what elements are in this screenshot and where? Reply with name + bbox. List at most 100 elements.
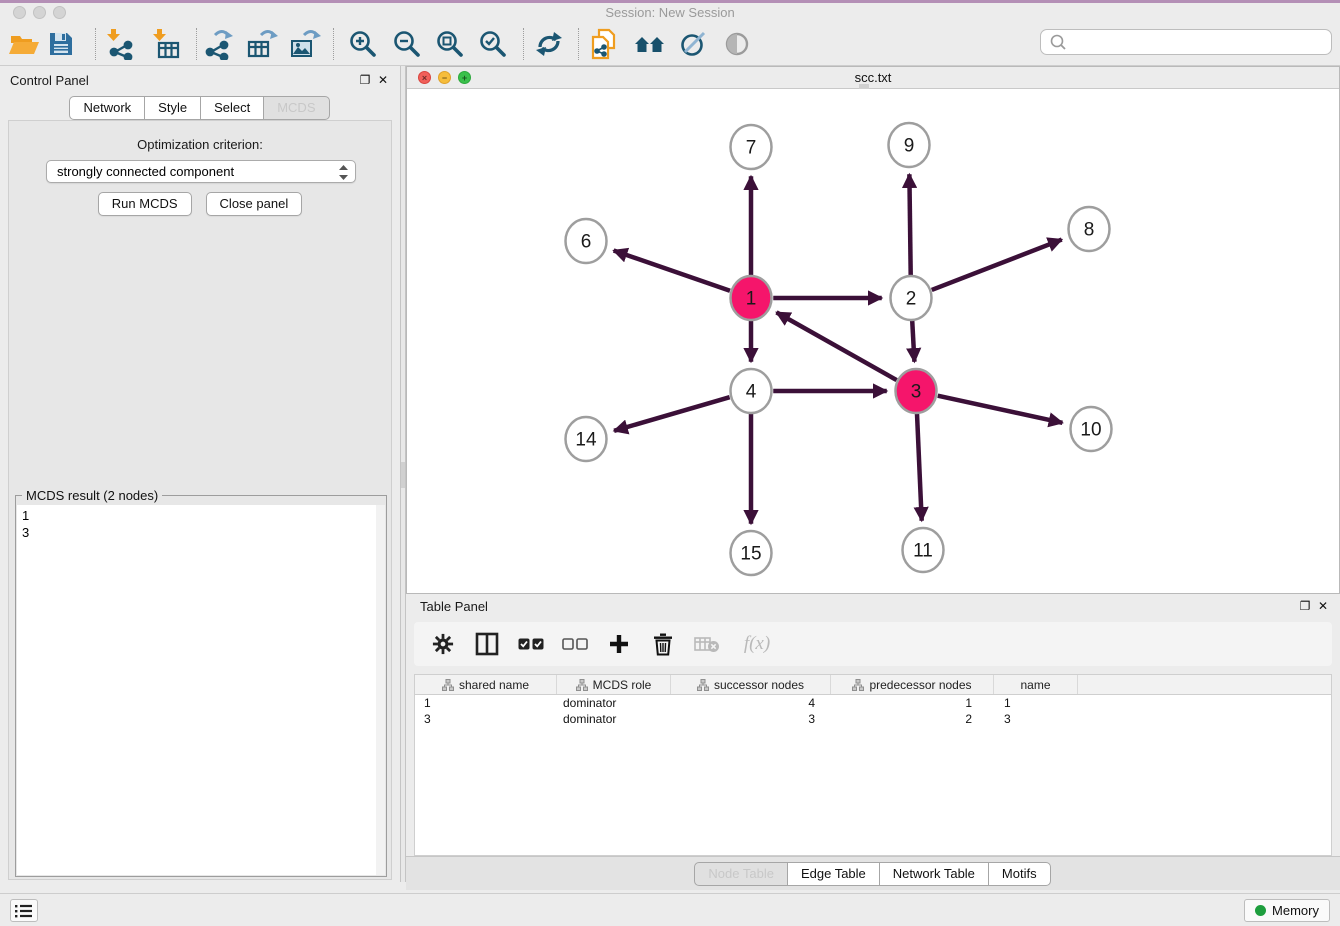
- cell-shared-name[interactable]: 3: [415, 711, 557, 727]
- cell-predecessor-nodes[interactable]: 2: [831, 711, 994, 727]
- zoom-out-button[interactable]: [388, 27, 424, 61]
- graph-edge-2-3[interactable]: [912, 320, 914, 362]
- application-window: Session: New Session: [0, 0, 1340, 926]
- network-canvas[interactable]: 7968124314101511: [407, 89, 1339, 593]
- tab-mcds[interactable]: MCDS: [263, 96, 329, 120]
- tree-column-icon: [442, 679, 454, 691]
- cell-name[interactable]: 3: [994, 711, 1078, 727]
- export-image-button[interactable]: [287, 27, 323, 61]
- open-file-button[interactable]: [6, 27, 42, 61]
- zoom-selected-icon: [477, 29, 508, 60]
- zoom-in-button[interactable]: [344, 27, 380, 61]
- float-panel-button[interactable]: ❐: [358, 73, 372, 87]
- search-input[interactable]: [1071, 32, 1331, 52]
- cell-successor-nodes[interactable]: 4: [671, 695, 831, 711]
- optimization-criterion-label: Optimization criterion:: [9, 137, 391, 152]
- refresh-view-button[interactable]: [531, 27, 567, 61]
- close-panel-button[interactable]: ✕: [376, 73, 390, 87]
- cell-predecessor-nodes[interactable]: 1: [831, 695, 994, 711]
- function-builder-button[interactable]: f(x): [736, 629, 778, 659]
- column-header-shared-name[interactable]: shared name: [415, 675, 557, 694]
- close-table-panel-button[interactable]: ✕: [1316, 599, 1330, 613]
- mcds-result-list[interactable]: 1 3: [17, 505, 385, 875]
- tab-motifs[interactable]: Motifs: [988, 862, 1051, 886]
- delete-row-button[interactable]: [648, 629, 678, 659]
- graph-edge-3-11[interactable]: [917, 413, 922, 521]
- tab-select[interactable]: Select: [200, 96, 264, 120]
- table-row[interactable]: 1 dominator 4 1 1: [415, 695, 1331, 711]
- show-hide-style-button[interactable]: [675, 27, 711, 61]
- graph-edge-3-10[interactable]: [938, 396, 1063, 423]
- column-header-successor-nodes[interactable]: successor nodes: [671, 675, 831, 694]
- memory-button[interactable]: Memory: [1244, 899, 1330, 922]
- search-icon: [1047, 33, 1071, 51]
- clone-network-button[interactable]: [586, 27, 622, 61]
- tab-edge-table[interactable]: Edge Table: [787, 862, 880, 886]
- eye-icon: [723, 30, 751, 58]
- graph-edge-2-8[interactable]: [932, 240, 1062, 290]
- table-toolbar: f(x): [414, 622, 1332, 666]
- zoom-fit-button[interactable]: [431, 27, 467, 61]
- horizontal-splitter-grip[interactable]: [859, 84, 869, 89]
- splitter-grip[interactable]: [401, 462, 405, 488]
- dropdown-stepper-icon: [339, 165, 348, 183]
- tab-network-table[interactable]: Network Table: [879, 862, 989, 886]
- task-history-button[interactable]: [10, 899, 38, 922]
- table-panel: Table Panel ❐ ✕: [406, 594, 1340, 890]
- close-panel-button-mcds[interactable]: Close panel: [206, 192, 303, 216]
- export-table-button[interactable]: [244, 27, 280, 61]
- export-network-button[interactable]: [200, 27, 236, 61]
- delete-table-button[interactable]: [692, 629, 722, 659]
- table-row[interactable]: 3 dominator 3 2 3: [415, 711, 1331, 727]
- table-options-button[interactable]: [428, 629, 458, 659]
- cell-name[interactable]: 1: [994, 695, 1078, 711]
- column-header-name[interactable]: name: [994, 675, 1078, 694]
- mcds-result-value: 1: [22, 507, 380, 524]
- cell-shared-name[interactable]: 1: [415, 695, 557, 711]
- graph-edge-2-9[interactable]: [909, 174, 910, 276]
- graphics-details-button[interactable]: [719, 27, 755, 61]
- graph-edge-4-14[interactable]: [614, 397, 730, 431]
- toolbar-separator: [196, 28, 197, 60]
- cell-mcds-role[interactable]: dominator: [557, 695, 671, 711]
- tab-node-table[interactable]: Node Table: [694, 862, 788, 886]
- memory-status-icon: [1255, 905, 1266, 916]
- import-table-button[interactable]: [148, 27, 184, 61]
- criterion-dropdown[interactable]: strongly connected component: [46, 160, 356, 183]
- graph-edge-3-1[interactable]: [776, 312, 896, 380]
- graph-edge-1-6[interactable]: [614, 251, 730, 291]
- cell-successor-nodes[interactable]: 3: [671, 711, 831, 727]
- add-row-button[interactable]: [604, 629, 634, 659]
- clear-all-checks-button[interactable]: [560, 629, 590, 659]
- control-panel: Control Panel ❐ ✕ Network Style Select M…: [0, 68, 400, 882]
- titlebar: Session: New Session: [0, 3, 1340, 21]
- result-scrollbar[interactable]: [376, 505, 385, 875]
- import-network-button[interactable]: [102, 27, 138, 61]
- tree-column-icon: [576, 679, 588, 691]
- network-window-title: scc.txt: [407, 70, 1339, 85]
- column-header-mcds-role[interactable]: MCDS role: [557, 675, 671, 694]
- network-view-window: × − + scc.txt 7968124314101511: [406, 66, 1340, 594]
- toolbar-separator: [333, 28, 334, 60]
- import-network-icon: [104, 28, 136, 60]
- show-columns-button[interactable]: [472, 629, 502, 659]
- column-header-predecessor-nodes[interactable]: predecessor nodes: [831, 675, 994, 694]
- clone-network-icon: [588, 27, 620, 61]
- run-mcds-button[interactable]: Run MCDS: [98, 192, 192, 216]
- first-neighbors-button[interactable]: [632, 27, 668, 61]
- zoom-selected-button[interactable]: [474, 27, 510, 61]
- trash-icon: [652, 632, 674, 656]
- mcds-result-title: MCDS result (2 nodes): [22, 488, 162, 503]
- gear-icon: [432, 633, 454, 655]
- save-session-button[interactable]: [43, 27, 79, 61]
- graph-node-label-4: 4: [746, 382, 757, 403]
- export-table-icon: [246, 28, 278, 60]
- toolbar-separator: [578, 28, 579, 60]
- toolbar-separator: [95, 28, 96, 60]
- graph-node-label-1: 1: [746, 289, 757, 310]
- tab-network[interactable]: Network: [69, 96, 145, 120]
- cell-mcds-role[interactable]: dominator: [557, 711, 671, 727]
- float-table-panel-button[interactable]: ❐: [1298, 599, 1312, 613]
- select-all-checks-button[interactable]: [516, 629, 546, 659]
- tab-style[interactable]: Style: [144, 96, 201, 120]
